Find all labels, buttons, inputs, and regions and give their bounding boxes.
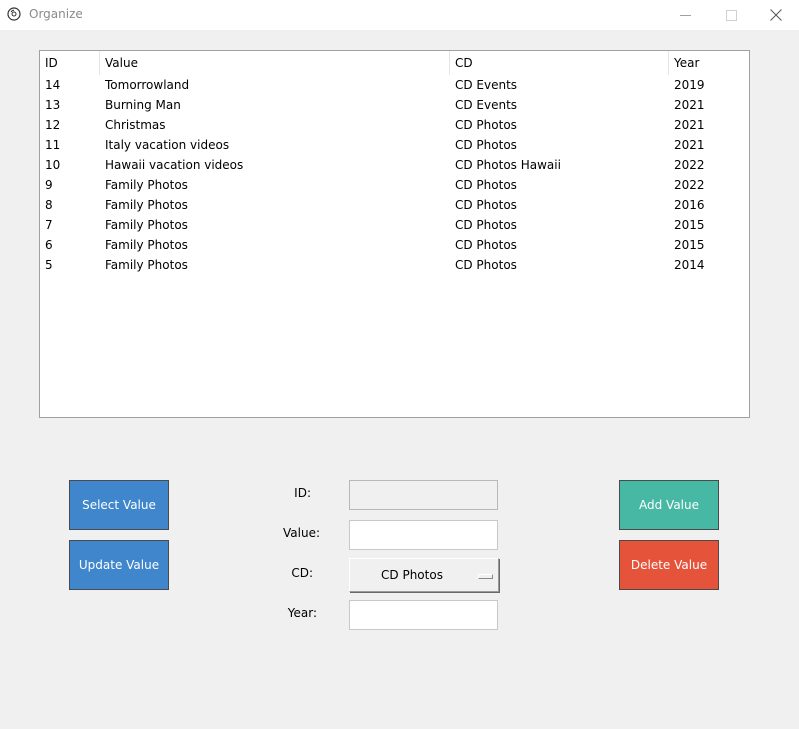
column-header-year[interactable]: Year <box>669 51 749 75</box>
cell-year: 2014 <box>674 258 705 272</box>
value-label: Value: <box>283 526 320 540</box>
table-row[interactable]: 10 Hawaii vacation videos CD Photos Hawa… <box>40 155 749 175</box>
cd-label: CD: <box>291 566 313 580</box>
close-icon <box>770 9 782 21</box>
cell-id: 5 <box>45 258 53 272</box>
cell-value: Hawaii vacation videos <box>105 158 244 172</box>
id-label: ID: <box>294 486 311 500</box>
table-header: ID Value CD Year <box>40 51 749 75</box>
cell-id: 10 <box>45 158 61 172</box>
table-row[interactable]: 13 Burning Man CD Events 2021 <box>40 95 749 115</box>
window-title: Organize <box>29 7 83 21</box>
column-header-value[interactable]: Value <box>100 51 450 75</box>
select-value-button[interactable]: Select Value <box>69 480 169 530</box>
cd-disc-icon <box>7 7 21 21</box>
maximize-button[interactable] <box>708 0 754 30</box>
values-table[interactable]: ID Value CD Year 14 Tomorrowland CD Even… <box>39 50 750 418</box>
dropdown-indicator-icon <box>478 574 493 579</box>
cell-cd: CD Photos <box>455 238 517 252</box>
table-row[interactable]: 6 Family Photos CD Photos 2015 <box>40 235 749 255</box>
cell-value: Family Photos <box>105 218 188 232</box>
cell-year: 2022 <box>674 158 705 172</box>
cell-cd: CD Events <box>455 98 518 112</box>
minimize-button[interactable] <box>662 0 708 30</box>
cell-value: Family Photos <box>105 258 188 272</box>
cell-year: 2019 <box>674 78 705 92</box>
update-value-button[interactable]: Update Value <box>69 540 169 590</box>
cell-id: 14 <box>45 78 61 92</box>
cell-id: 12 <box>45 118 61 132</box>
cell-cd: CD Photos Hawaii <box>455 158 561 172</box>
cell-cd: CD Photos <box>455 218 517 232</box>
table-row[interactable]: 11 Italy vacation videos CD Photos 2021 <box>40 135 749 155</box>
table-body: 14 Tomorrowland CD Events 2019 13 Burnin… <box>40 75 749 275</box>
cell-year: 2015 <box>674 218 705 232</box>
title-bar: Organize <box>0 0 799 30</box>
cell-cd: CD Photos <box>455 118 517 132</box>
cell-value: Tomorrowland <box>105 78 190 92</box>
cd-dropdown[interactable]: CD Photos <box>349 558 499 592</box>
cell-id: 9 <box>45 178 53 192</box>
cell-cd: CD Events <box>455 78 518 92</box>
id-field[interactable] <box>349 480 498 510</box>
table-row[interactable]: 9 Family Photos CD Photos 2022 <box>40 175 749 195</box>
cell-year: 2021 <box>674 138 705 152</box>
minimize-icon <box>679 14 691 16</box>
cd-dropdown-selected: CD Photos <box>381 568 443 582</box>
cell-year: 2021 <box>674 118 705 132</box>
cell-year: 2016 <box>674 198 705 212</box>
year-label: Year: <box>287 606 317 620</box>
table-row[interactable]: 7 Family Photos CD Photos 2015 <box>40 215 749 235</box>
cell-cd: CD Photos <box>455 178 517 192</box>
cell-id: 11 <box>45 138 61 152</box>
cell-value: Family Photos <box>105 198 188 212</box>
cell-cd: CD Photos <box>455 198 517 212</box>
value-field[interactable] <box>349 520 498 550</box>
year-field[interactable] <box>349 600 498 630</box>
table-row[interactable]: 14 Tomorrowland CD Events 2019 <box>40 75 749 95</box>
cell-value: Family Photos <box>105 178 188 192</box>
delete-value-button[interactable]: Delete Value <box>619 540 719 590</box>
table-row[interactable]: 12 Christmas CD Photos 2021 <box>40 115 749 135</box>
cell-year: 2021 <box>674 98 705 112</box>
cell-cd: CD Photos <box>455 138 517 152</box>
table-row[interactable]: 5 Family Photos CD Photos 2014 <box>40 255 749 275</box>
cell-value: Family Photos <box>105 238 188 252</box>
column-header-cd[interactable]: CD <box>450 51 669 75</box>
cell-year: 2022 <box>674 178 705 192</box>
table-row[interactable]: 8 Family Photos CD Photos 2016 <box>40 195 749 215</box>
maximize-icon <box>725 9 737 21</box>
add-value-button[interactable]: Add Value <box>619 480 719 530</box>
cell-cd: CD Photos <box>455 258 517 272</box>
cell-id: 8 <box>45 198 53 212</box>
cell-value: Italy vacation videos <box>105 138 230 152</box>
close-button[interactable] <box>753 0 799 30</box>
cell-id: 13 <box>45 98 61 112</box>
cell-value: Christmas <box>105 118 166 132</box>
cell-id: 7 <box>45 218 53 232</box>
cell-year: 2015 <box>674 238 705 252</box>
cell-value: Burning Man <box>105 98 181 112</box>
cell-id: 6 <box>45 238 53 252</box>
column-header-id[interactable]: ID <box>40 51 100 75</box>
